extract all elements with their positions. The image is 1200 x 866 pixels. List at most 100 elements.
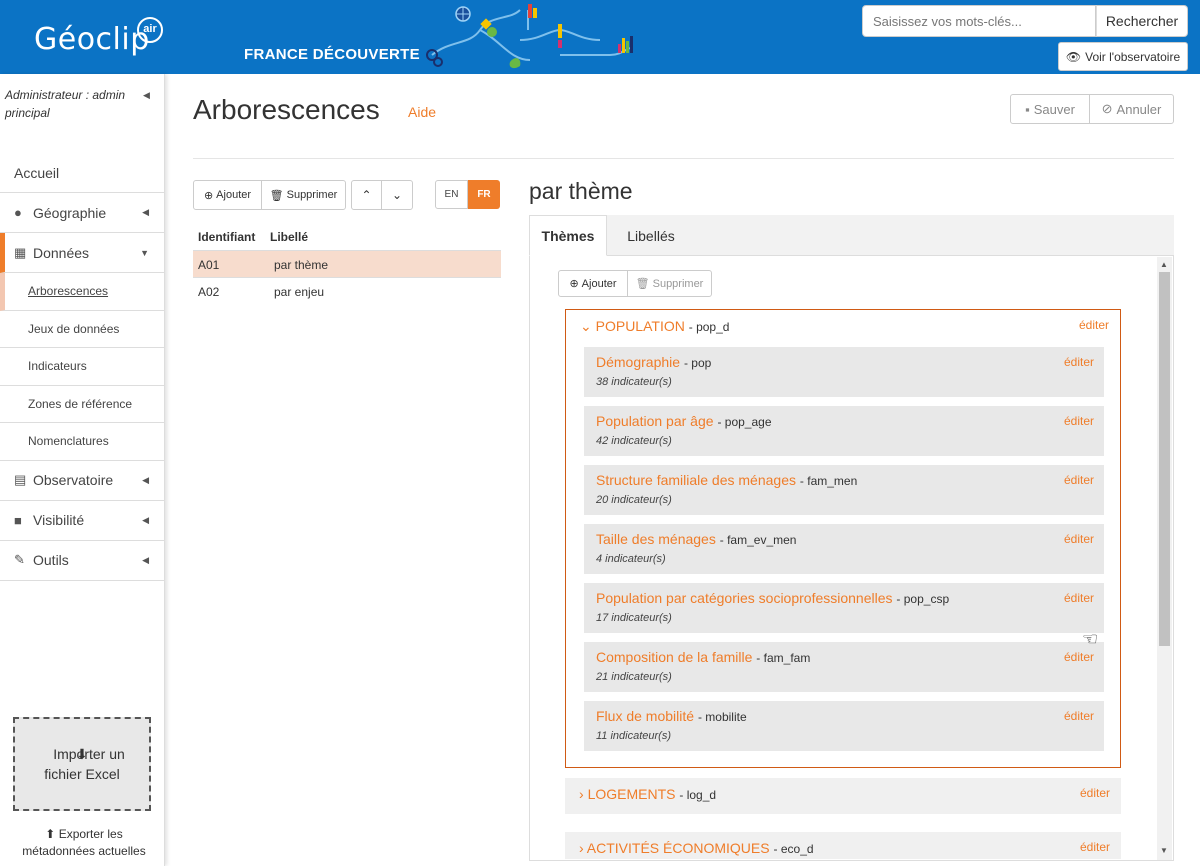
edit-link[interactable]: éditer: [1080, 840, 1110, 854]
table-header: Identifiant Libellé: [193, 230, 501, 250]
sidebar-subitem-jeux-de-donnees[interactable]: Jeux de données: [0, 311, 165, 348]
theme-card[interactable]: Population par âge - pop_age 42 indicate…: [584, 406, 1104, 456]
row-id: A01: [198, 258, 220, 272]
edit-link[interactable]: éditer: [1080, 786, 1110, 800]
search-button[interactable]: Rechercher: [1096, 5, 1188, 37]
indicator-count: 42 indicateur(s): [596, 435, 672, 447]
edit-link[interactable]: éditer: [1064, 414, 1094, 428]
add-tree-button[interactable]: ⊕ Ajouter: [193, 180, 262, 210]
sidebar-menu: Accueil ● Géographie ◀ ▦ Données ▼ Arbor…: [0, 153, 165, 581]
trash-icon: 🗑: [635, 278, 650, 290]
move-up-button[interactable]: ⌃: [351, 180, 382, 210]
floppy-icon: ▪: [1025, 101, 1030, 117]
help-link[interactable]: Aide: [408, 104, 436, 120]
sidebar-item-visibilite[interactable]: ■ Visibilité ◀: [0, 501, 165, 541]
add-label: Ajouter: [581, 277, 617, 290]
edit-link[interactable]: éditer: [1064, 473, 1094, 487]
app-logo[interactable]: Géoclip: [34, 22, 150, 57]
theme-group-code: - pop_d: [688, 320, 730, 334]
search-input[interactable]: [862, 5, 1096, 37]
export-metadata-link[interactable]: ⬆ Exporter les métadonnées actuelles: [14, 826, 154, 860]
grid-icon: ▦: [14, 244, 27, 260]
edit-link[interactable]: éditer: [1064, 650, 1094, 664]
table-row[interactable]: A02 par enjeu: [193, 277, 501, 304]
theme-card[interactable]: Démographie - pop 38 indicateur(s) édite…: [584, 347, 1104, 397]
sidebar-item-donnees[interactable]: ▦ Données ▼: [0, 233, 165, 273]
theme-title: Taille des ménages - fam_ev_men: [596, 531, 797, 547]
scroll-down-icon[interactable]: ▼: [1160, 846, 1168, 855]
delete-tree-button[interactable]: 🗑 Supprimer: [261, 180, 346, 210]
chevron-up-icon: ⌃: [361, 188, 372, 202]
sidebar-subitem-nomenclatures[interactable]: Nomenclatures: [0, 423, 165, 461]
edit-link[interactable]: éditer: [1064, 532, 1094, 546]
sidebar-item-label: Observatoire: [33, 472, 114, 488]
theme-card[interactable]: Flux de mobilité - mobilite 11 indicateu…: [584, 701, 1104, 751]
indicator-count: 17 indicateur(s): [596, 612, 672, 624]
edit-link[interactable]: éditer: [1064, 355, 1094, 369]
lock-icon: ■: [14, 512, 22, 528]
row-label: par thème: [274, 258, 329, 272]
delete-label: Supprimer: [652, 277, 704, 290]
tab-themes[interactable]: Thèmes: [529, 215, 607, 256]
collapse-caret-icon[interactable]: ◀: [143, 90, 150, 101]
theme-card[interactable]: Structure familiale des ménages - fam_me…: [584, 465, 1104, 515]
edit-link[interactable]: éditer: [1064, 709, 1094, 723]
chevron-down-icon: ⌄: [580, 318, 592, 334]
lang-en-button[interactable]: EN: [435, 180, 468, 209]
sidebar-subitem-zones-de-reference[interactable]: Zones de référence: [0, 386, 165, 423]
theme-card[interactable]: Composition de la famille - fam_fam 21 i…: [584, 642, 1104, 692]
indicator-count: 11 indicateur(s): [596, 730, 671, 742]
theme-group-activites-economiques[interactable]: › ACTIVITÉS ÉCONOMIQUES - eco_d éditer: [565, 832, 1121, 859]
delete-theme-button[interactable]: 🗑 Supprimer: [627, 270, 712, 297]
sidebar-item-observatoire[interactable]: ▤ Observatoire ◀: [0, 461, 165, 501]
theme-title: Population par âge - pop_age: [596, 413, 772, 429]
move-down-button[interactable]: ⌄: [381, 180, 413, 210]
scrollbar-thumb[interactable]: [1159, 272, 1170, 646]
theme-card[interactable]: Taille des ménages - fam_ev_men 4 indica…: [584, 524, 1104, 574]
import-excel-dropzone[interactable]: ⬇ Importer un fichier Excel: [13, 717, 151, 811]
chevron-down-icon: ⌄: [391, 188, 403, 202]
sidebar-item-accueil[interactable]: Accueil: [0, 153, 165, 193]
tab-libelles[interactable]: Libellés: [607, 215, 695, 256]
sidebar-item-label: Visibilité: [33, 512, 85, 528]
theme-card[interactable]: Population par catégories socioprofessio…: [584, 583, 1104, 633]
sidebar: Administrateur : admin principal ◀ Accue…: [0, 74, 165, 866]
chevron-right-icon: ›: [579, 786, 584, 802]
caret-down-icon: ▼: [140, 247, 149, 258]
indicator-count: 38 indicateur(s): [596, 376, 672, 388]
lang-fr-button[interactable]: FR: [468, 180, 500, 209]
edit-link[interactable]: éditer: [1064, 591, 1094, 605]
sidebar-item-label: Outils: [33, 552, 69, 568]
theme-group-population: ⌄ POPULATION - pop_d éditer Démographie …: [565, 309, 1121, 768]
table-row[interactable]: A01 par thème: [193, 250, 501, 277]
save-label: Sauver: [1033, 101, 1075, 117]
globe-icon: ●: [14, 205, 22, 220]
detail-title: par thème: [529, 178, 633, 204]
edit-link[interactable]: éditer: [1079, 318, 1109, 332]
row-label: par enjeu: [274, 285, 325, 299]
column-header-libelle: Libellé: [270, 230, 309, 244]
view-observatory-button[interactable]: 👁 Voir l'observatoire: [1058, 42, 1188, 71]
page-title: Arborescences: [193, 94, 380, 125]
sidebar-subitem-arborescences[interactable]: Arborescences: [0, 273, 165, 311]
cancel-button[interactable]: ⊘ Annuler: [1089, 94, 1174, 124]
sidebar-item-label: Données: [33, 244, 90, 261]
save-button[interactable]: ▪ Sauver: [1010, 94, 1090, 124]
sidebar-subitem-indicateurs[interactable]: Indicateurs: [0, 348, 165, 386]
trash-icon: 🗑: [269, 189, 284, 202]
theme-group-header[interactable]: › LOGEMENTS - log_d: [579, 786, 716, 802]
delete-label: Supprimer: [286, 189, 338, 201]
sidebar-item-outils[interactable]: ✎ Outils ◀: [0, 541, 165, 581]
eye-icon: 👁: [1065, 49, 1082, 64]
add-theme-button[interactable]: ⊕ Ajouter: [558, 270, 628, 297]
sidebar-item-geographie[interactable]: ● Géographie ◀: [0, 193, 165, 233]
theme-group-title: LOGEMENTS: [587, 786, 676, 802]
theme-group-header[interactable]: ⌄ POPULATION - pop_d: [580, 318, 729, 335]
export-label: Exporter les métadonnées actuelles: [22, 827, 146, 858]
scroll-up-icon[interactable]: ▲: [1160, 260, 1168, 269]
theme-group-header[interactable]: › ACTIVITÉS ÉCONOMIQUES - eco_d: [579, 840, 814, 856]
add-label: Ajouter: [216, 189, 252, 201]
theme-group-logements[interactable]: › LOGEMENTS - log_d éditer: [565, 778, 1121, 814]
plus-circle-icon: ⊕: [203, 189, 214, 202]
divider: [193, 158, 1174, 159]
